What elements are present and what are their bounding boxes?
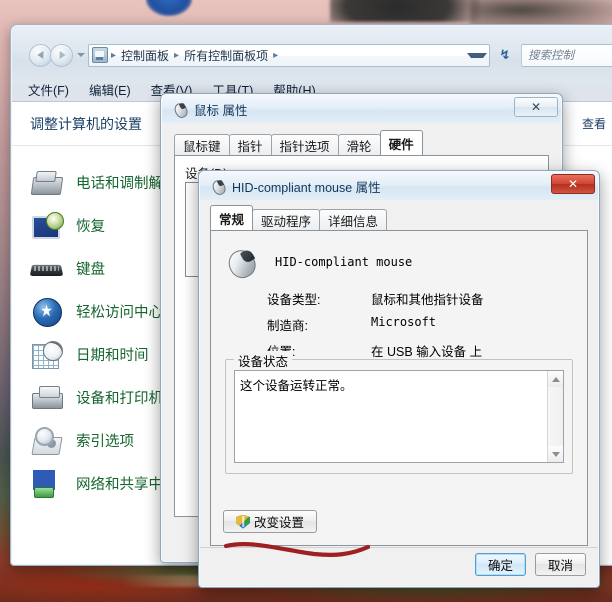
ease-of-access-icon — [30, 296, 64, 328]
breadcrumb-item-all-items[interactable]: 所有控制面板项 — [182, 47, 270, 64]
cp-item-label: 设备和打印机 — [76, 391, 163, 407]
uac-shield-icon — [236, 515, 250, 529]
device-info-table: 设备类型: 鼠标和其他指针设备 制造商: Microsoft 位置: 在 USB… — [267, 289, 587, 367]
hid-properties-tabs: 常规 驱动程序 详细信息 — [210, 205, 588, 230]
chevron-down-icon[interactable] — [467, 52, 487, 58]
general-tab-panel: HID-compliant mouse 设备类型: 鼠标和其他指针设备 制造商:… — [210, 230, 588, 546]
mouse-icon — [172, 101, 188, 117]
tab-label: 指针选项 — [279, 139, 330, 154]
tab-details[interactable]: 详细信息 — [319, 209, 388, 230]
mouse-properties-title: 鼠标 属性 — [194, 103, 248, 118]
indexing-options-icon — [30, 425, 64, 457]
screen: ▸ 控制面板 ▸ 所有控制面板项 ▸ ↯ 搜索控制 文件(F) 编辑(E) 查看… — [0, 0, 612, 602]
devices-printers-icon — [30, 382, 64, 414]
hid-mouse-properties-dialog: HID-compliant mouse 属性 ✕ 常规 驱动程序 详细信息 HI… — [198, 170, 600, 588]
device-status-label: 设备状态 — [234, 351, 293, 370]
hid-properties-title: HID-compliant mouse 属性 — [232, 180, 381, 195]
tab-general[interactable]: 常规 — [210, 205, 254, 230]
scroll-down-icon[interactable] — [548, 446, 563, 462]
breadcrumb-separator-0[interactable]: ▸ — [108, 50, 119, 61]
cp-item-label: 日期和时间 — [76, 348, 149, 364]
navigation-bar: ▸ 控制面板 ▸ 所有控制面板项 ▸ ↯ 搜索控制 — [11, 39, 612, 71]
hid-properties-body: 常规 驱动程序 详细信息 HID-compliant mouse 设备类型: 鼠… — [200, 200, 598, 586]
page-title: 调整计算机的设置 — [30, 115, 142, 132]
tab-label: 常规 — [219, 212, 245, 227]
cancel-label: 取消 — [547, 559, 573, 573]
network-sharing-icon — [30, 468, 64, 500]
wallpaper-dark-shape — [330, 0, 480, 22]
ok-label: 确定 — [487, 559, 513, 573]
cp-item-label: 索引选项 — [76, 434, 134, 450]
info-row-manufacturer: 制造商: Microsoft — [267, 315, 587, 334]
change-settings-label: 改变设置 — [254, 516, 305, 530]
ok-button[interactable]: 确定 — [474, 553, 526, 576]
phone-modem-icon — [30, 167, 64, 199]
refresh-icon: ↯ — [499, 47, 511, 62]
close-icon: ✕ — [530, 100, 542, 114]
recent-pages-icon[interactable] — [77, 53, 85, 57]
refresh-button[interactable]: ↯ — [494, 45, 516, 66]
breadcrumb-separator-2[interactable]: ▸ — [270, 50, 281, 61]
tab-pointers[interactable]: 指针 — [228, 134, 272, 155]
tab-hardware[interactable]: 硬件 — [379, 130, 423, 155]
tab-label: 滑轮 — [346, 139, 372, 154]
cancel-button[interactable]: 取消 — [534, 553, 586, 576]
info-row-location: 位置: 在 USB 输入设备 上 — [267, 341, 587, 360]
scroll-up-icon[interactable] — [548, 371, 563, 387]
address-bar[interactable]: ▸ 控制面板 ▸ 所有控制面板项 ▸ — [88, 43, 490, 67]
mouse-icon — [225, 245, 261, 279]
tab-pointer-options[interactable]: 指针选项 — [270, 134, 339, 155]
hid-dialog-footer: 确定 取消 — [474, 553, 586, 576]
mouse-icon — [210, 178, 226, 194]
close-button[interactable]: ✕ — [551, 174, 595, 194]
cp-item-label: 电话和调制解 — [76, 176, 163, 192]
control-panel-icon — [92, 47, 108, 63]
cp-item-label: 恢复 — [76, 219, 105, 235]
search-input[interactable]: 搜索控制 — [521, 43, 612, 67]
mouse-properties-titlebar: 鼠标 属性 ✕ — [162, 95, 561, 123]
hid-properties-titlebar: HID-compliant mouse 属性 ✕ — [200, 172, 598, 200]
device-status-group: 设备状态 这个设备运转正常。 — [225, 351, 573, 474]
change-settings-button[interactable]: 改变设置 — [223, 510, 318, 533]
search-placeholder: 搜索控制 — [528, 50, 574, 62]
wallpaper-blue-shape — [146, 0, 192, 16]
keyboard-icon — [30, 253, 64, 285]
footer-divider — [200, 547, 598, 548]
info-key: 制造商: — [267, 319, 308, 333]
info-value: 在 USB 输入设备 上 — [371, 345, 483, 359]
device-header: HID-compliant mouse — [225, 245, 412, 279]
cp-item-label: 键盘 — [76, 262, 105, 278]
device-status-text: 这个设备运转正常。 — [240, 379, 353, 393]
device-name: HID-compliant mouse — [275, 255, 413, 269]
forward-arrow-icon — [59, 51, 66, 59]
device-status-textarea[interactable]: 这个设备运转正常。 — [234, 370, 564, 463]
back-button[interactable] — [29, 43, 52, 67]
date-time-icon — [30, 339, 64, 371]
recovery-icon — [30, 210, 64, 242]
tab-driver[interactable]: 驱动程序 — [252, 209, 321, 230]
cp-item-label: 轻松访问中心 — [76, 305, 163, 321]
tab-label: 指针 — [237, 139, 263, 154]
tab-buttons[interactable]: 鼠标键 — [174, 134, 230, 155]
forward-button[interactable] — [50, 43, 73, 67]
tab-label: 驱动程序 — [261, 214, 312, 229]
menu-item-file[interactable]: 文件(F) — [28, 80, 69, 99]
status-scrollbar[interactable] — [547, 371, 563, 462]
menu-item-edit[interactable]: 编辑(E) — [89, 80, 131, 99]
close-button[interactable]: ✕ — [514, 97, 558, 117]
back-arrow-icon — [36, 51, 43, 59]
breadcrumb-item-control-panel[interactable]: 控制面板 — [119, 47, 171, 64]
tab-label: 硬件 — [388, 137, 414, 152]
tab-wheel[interactable]: 滑轮 — [337, 134, 381, 155]
info-row-device-type: 设备类型: 鼠标和其他指针设备 — [267, 289, 587, 308]
view-by-label[interactable]: 查看 — [582, 115, 606, 132]
mouse-properties-tabs: 鼠标键 指针 指针选项 滑轮 硬件 — [174, 130, 549, 155]
close-icon: ✕ — [567, 177, 579, 191]
info-value: 鼠标和其他指针设备 — [371, 293, 484, 307]
info-key: 设备类型: — [267, 293, 321, 307]
breadcrumb-separator-1[interactable]: ▸ — [171, 50, 182, 61]
tab-label: 鼠标键 — [183, 139, 221, 154]
tab-label: 详细信息 — [328, 214, 379, 229]
info-value: Microsoft — [371, 315, 437, 329]
